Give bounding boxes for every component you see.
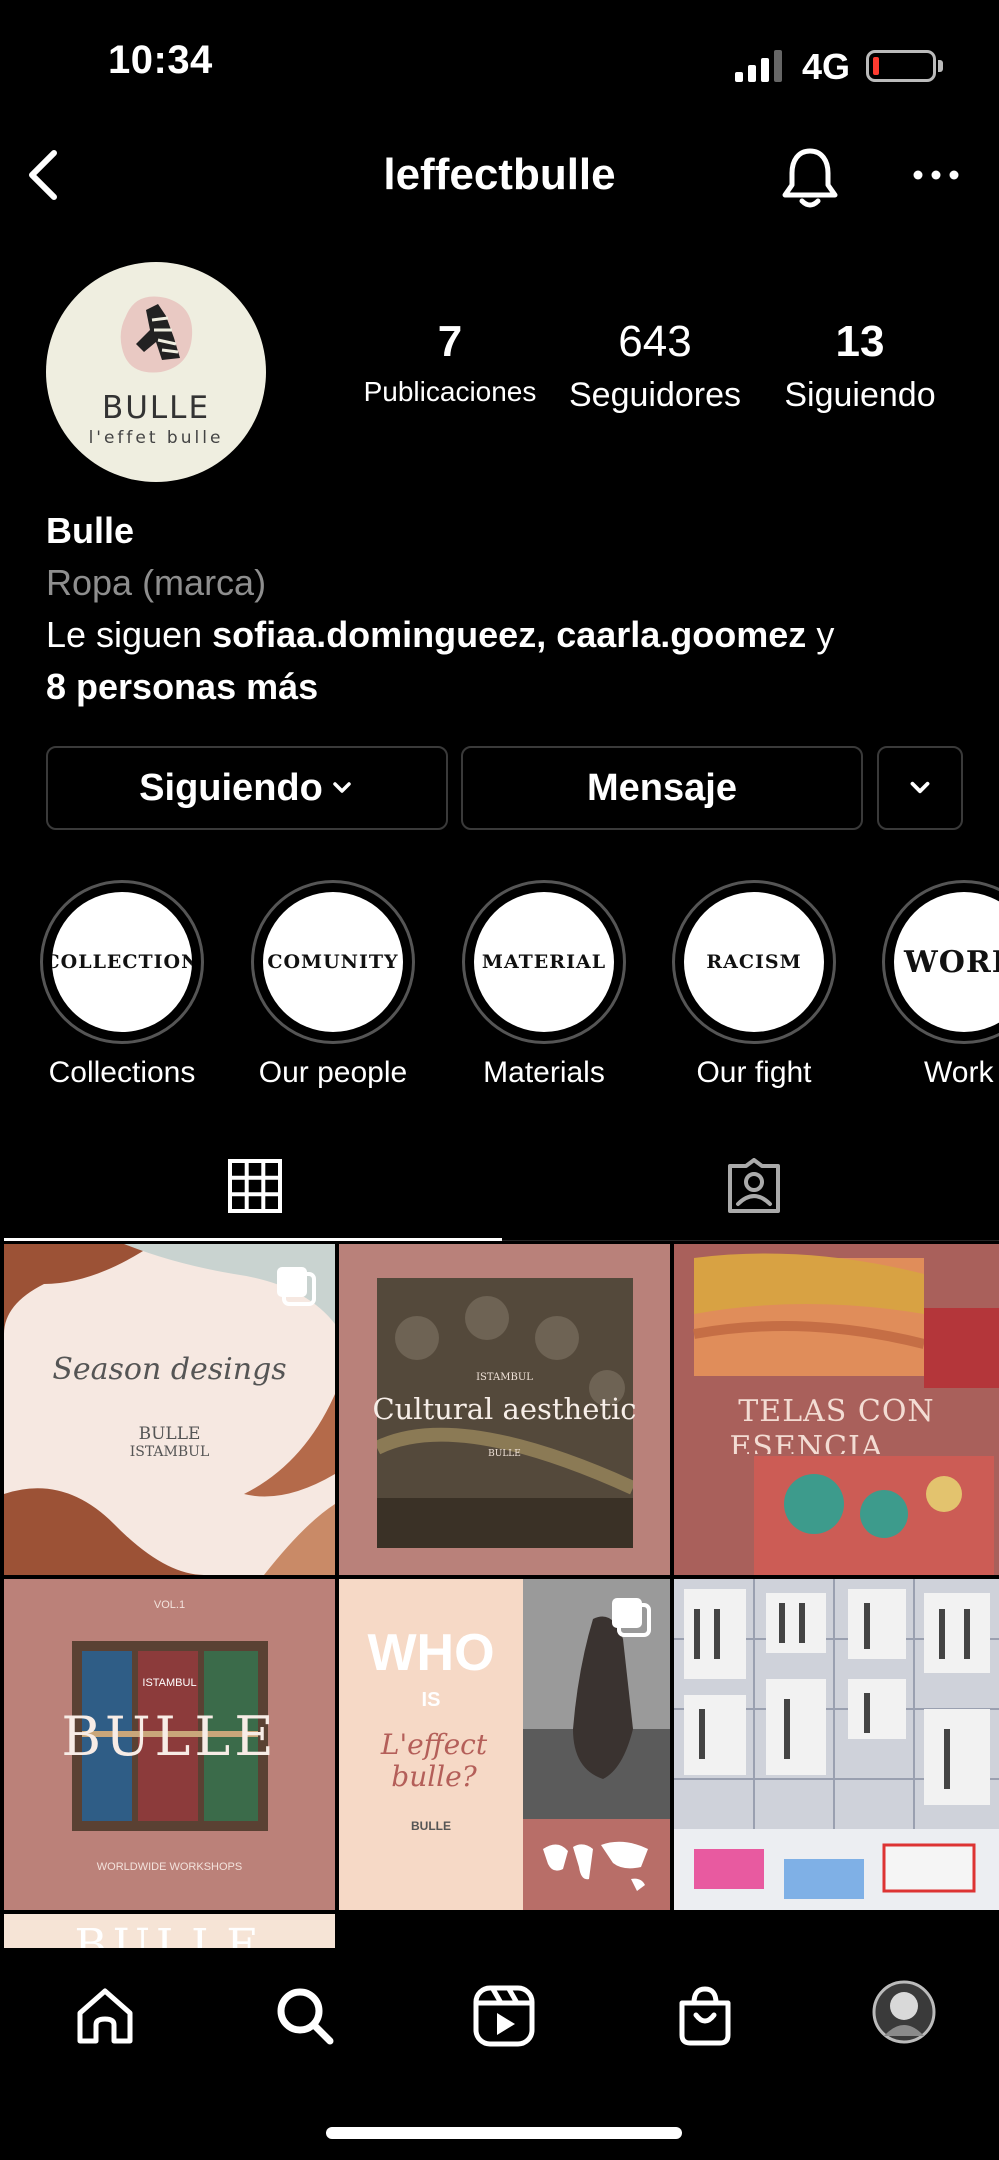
following-button[interactable]: Siguiendo — [46, 746, 448, 830]
followed-by-prefix: Le siguen — [46, 614, 213, 655]
post-tile-cultural-aesthetic[interactable]: ISTAMBUL Cultural aesthetic BULLE — [339, 1244, 670, 1575]
chevron-down-icon — [333, 782, 351, 793]
post-title-text: BULLE — [61, 1705, 278, 1768]
profile-bio: Bulle Ropa (marca) Le siguen sofiaa.domi… — [46, 505, 966, 713]
highlight-caption: Our fight — [696, 1056, 812, 1089]
post-city-text: ISTAMBUL — [476, 1372, 533, 1383]
message-button[interactable]: Mensaje — [461, 746, 863, 830]
following-label: Siguiendo — [139, 766, 323, 809]
stat-posts[interactable]: 7 Publicaciones — [350, 320, 550, 406]
bell-icon[interactable] — [780, 145, 840, 211]
stat-posts-count: 7 — [437, 317, 463, 366]
followed-by-users: sofiaa.domingueez, caarla.goomez — [212, 614, 807, 655]
avatar-tagline: l'effet bulle — [88, 428, 224, 448]
post-tile-fashion-sketches[interactable] — [674, 1579, 999, 1910]
highlight-cover: WORK — [894, 892, 999, 1032]
profile-username: leffectbulle — [383, 150, 616, 199]
post-script-text: L'effect bulle? — [380, 1728, 488, 1793]
followed-by[interactable]: Le siguen sofiaa.domingueez, caarla.goom… — [46, 609, 966, 713]
stat-following[interactable]: 13 Siguiendo — [760, 317, 960, 414]
followed-by-more: 8 personas más — [46, 666, 319, 707]
post-brand-text: BULLE — [488, 1449, 521, 1459]
post-title-text: BULLE — [74, 1920, 265, 1949]
post-title-line1: TELAS CON — [738, 1394, 935, 1429]
highlight-work[interactable]: WORK Work — [882, 880, 999, 1100]
shop-icon[interactable] — [672, 1983, 738, 2049]
highlight-cover: MATERIAL — [474, 892, 614, 1032]
followed-by-join: y — [806, 614, 835, 655]
highlight-ring: WORK — [882, 880, 999, 1044]
post-city-text: ISTAMBUL — [129, 1444, 210, 1460]
avatar[interactable]: BULLE l'effet bulle — [46, 262, 266, 482]
post-title-line2: ESENCIA — [729, 1430, 884, 1454]
avatar-brand: BULLE — [101, 390, 211, 426]
status-time: 10:34 — [108, 38, 213, 82]
post-tile-partial[interactable]: BULLE — [4, 1914, 335, 1948]
home-indicator — [326, 2127, 682, 2139]
highlight-ring: MATERIAL — [462, 880, 626, 1044]
post-tile-bulle-vol1[interactable]: VOL.1 ISTAMBUL BULLE WORLDWIDE WORKSHOPS — [4, 1579, 335, 1910]
signal-icon — [735, 50, 782, 82]
stat-followers-label: Seguidores — [568, 376, 741, 414]
battery-icon — [866, 50, 936, 82]
search-icon[interactable] — [272, 1983, 338, 2049]
stat-followers-count: 643 — [618, 317, 692, 366]
stat-following-count: 13 — [835, 317, 885, 366]
profile-category[interactable]: Ropa (marca) — [46, 557, 966, 609]
highlight-ring: RACISM — [672, 880, 836, 1044]
highlight-cover: COMUNITY — [263, 892, 403, 1032]
post-brand-text: BULLE — [138, 1424, 201, 1444]
post-is-text: IS — [421, 1689, 441, 1711]
highlight-caption: Materials — [483, 1056, 605, 1089]
highlight-our-fight[interactable]: RACISM Our fight — [672, 880, 836, 1090]
grid-tab-icon[interactable] — [226, 1158, 284, 1214]
message-label: Mensaje — [587, 766, 737, 809]
reels-icon[interactable] — [471, 1983, 537, 2049]
tagged-tab-icon[interactable] — [724, 1158, 784, 1214]
post-tile-season-designs[interactable]: Season desings BULLE ISTAMBUL — [4, 1244, 335, 1575]
highlight-ring: COLLECTION — [40, 880, 204, 1044]
stat-posts-label: Publicaciones — [363, 376, 537, 407]
post-brand-text: BULLE — [411, 1819, 451, 1833]
suggested-accounts-button[interactable] — [877, 746, 963, 830]
post-script-text: Season desings — [52, 1352, 287, 1387]
post-volume-text: VOL.1 — [153, 1599, 186, 1611]
sketch-wall-photo — [674, 1579, 999, 1910]
highlight-caption: Work — [924, 1056, 994, 1089]
post-title-text: Cultural aesthetic — [372, 1392, 637, 1426]
highlight-our-people[interactable]: COMUNITY Our people — [251, 880, 415, 1090]
chevron-down-icon — [910, 781, 930, 794]
zebra-logo-icon — [120, 296, 193, 373]
carousel-icon — [277, 1267, 316, 1306]
world-map-icon — [543, 1841, 648, 1891]
carousel-icon — [612, 1598, 651, 1637]
battery-tip — [938, 60, 943, 72]
post-city-text: ISTAMBUL — [142, 1677, 197, 1689]
home-icon[interactable] — [72, 1983, 138, 2049]
highlight-cover: RACISM — [684, 892, 824, 1032]
post-map-panel — [523, 1819, 670, 1910]
post-footer-text: WORLDWIDE WORKSHOPS — [96, 1861, 243, 1873]
highlight-caption: Collections — [48, 1056, 196, 1089]
profile-name: Bulle — [46, 510, 135, 551]
post-tile-who-is-leffect-bulle[interactable]: WHO IS L'effect bulle? BULLE — [339, 1579, 670, 1910]
highlight-caption: Our people — [258, 1056, 408, 1089]
more-options-icon[interactable] — [908, 150, 964, 200]
network-type: 4G — [802, 46, 851, 87]
highlight-collections[interactable]: COLLECTION Collections — [40, 880, 204, 1090]
profile-avatar-icon[interactable] — [872, 1980, 936, 2044]
active-tab-indicator — [4, 1238, 502, 1241]
highlight-cover: COLLECTION — [52, 892, 192, 1032]
post-who-text: WHO — [367, 1624, 495, 1682]
highlight-materials[interactable]: MATERIAL Materials — [462, 880, 626, 1090]
highlight-ring: COMUNITY — [251, 880, 415, 1044]
stat-following-label: Siguiendo — [784, 376, 936, 414]
stat-followers[interactable]: 643 Seguidores — [560, 317, 750, 414]
post-tile-telas-con-esencia[interactable]: TELAS CON ESENCIA — [674, 1244, 999, 1575]
